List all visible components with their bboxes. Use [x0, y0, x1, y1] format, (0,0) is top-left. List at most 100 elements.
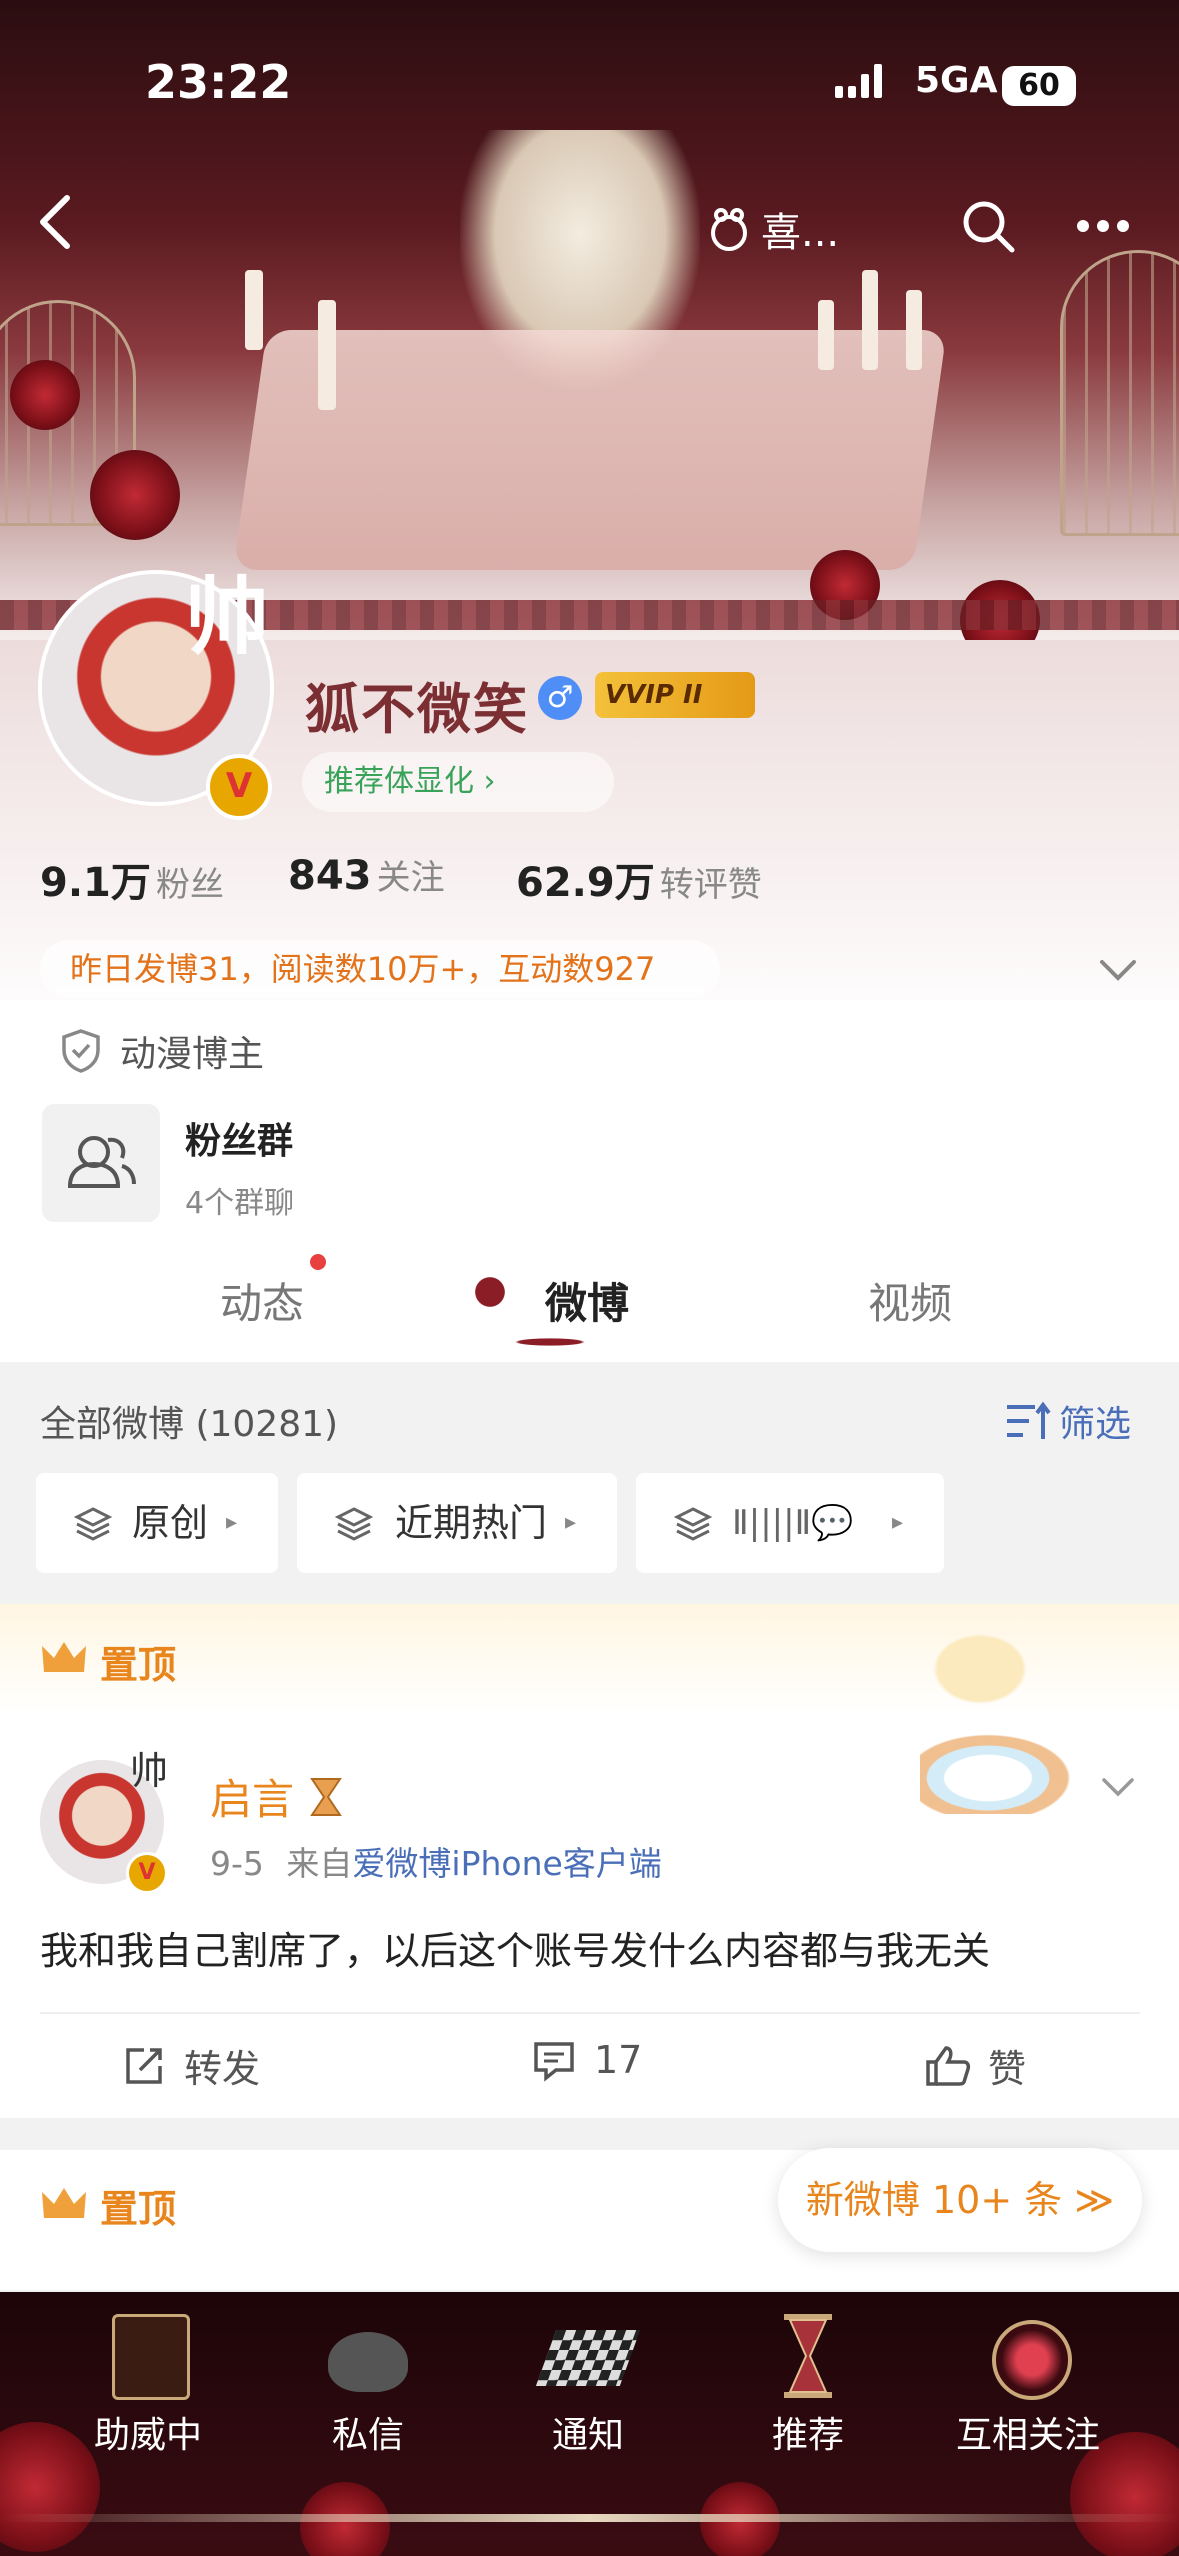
repost-label: 转发 [184, 2047, 261, 2091]
caret-right-icon: ▸ [565, 1510, 577, 1535]
pet-icon [711, 208, 747, 251]
layers-icon [335, 1507, 373, 1541]
stat-label: 粉丝 [155, 865, 224, 905]
comment-button[interactable]: 17 [532, 2038, 642, 2082]
tab-weibo[interactable]: 微博 [545, 1270, 629, 1331]
crown-decoration [920, 1624, 1040, 1714]
post-date: 9-5 [210, 1844, 264, 1883]
chip-label: 近期热门 [395, 1501, 548, 1545]
post-author-row[interactable]: 启言 [210, 1766, 346, 1827]
chip-original[interactable]: 原创 ▸ [36, 1473, 278, 1573]
fan-group-icon[interactable] [42, 1104, 160, 1222]
post-source[interactable]: 爱微博iPhone客户端 [352, 1844, 661, 1883]
category-label: 动漫博主 [120, 1034, 265, 1075]
new-posts-button[interactable]: 新微博 10+ 条 ≫ [778, 2148, 1142, 2252]
chip-audio[interactable]: Ⅱ||||Ⅱ💬 ▸ [636, 1473, 944, 1573]
layers-icon [674, 1507, 712, 1541]
network-type: 5GA [915, 60, 998, 101]
comment-icon [534, 2042, 574, 2082]
shield-icon [62, 1029, 100, 1073]
repost-button[interactable]: 转发 [122, 2038, 260, 2093]
nav-item-messages[interactable]: 私信 [268, 2302, 468, 2462]
like-label: 赞 [988, 2047, 1027, 2091]
chip-label: 原创 [132, 1501, 209, 1545]
stat-label: 关注 [376, 858, 445, 898]
nav-label: 私信 [331, 2415, 404, 2456]
top-nav-title-text: 喜... [761, 210, 840, 256]
gold-divider [0, 2514, 1179, 2522]
filter-button[interactable]: 筛选 [1005, 1395, 1131, 1447]
nav-label: 推荐 [771, 2415, 844, 2456]
stat-value: 62.9万 [516, 860, 655, 906]
male-icon: ♂ [538, 676, 582, 720]
filter-icon [1007, 1401, 1051, 1439]
comment-count: 17 [594, 2038, 643, 2082]
chevron-down-icon[interactable] [1100, 1776, 1136, 1800]
vvip-badge[interactable]: VVIP II [595, 672, 755, 718]
fan-group-subtitle: 4个群聊 [185, 1186, 295, 1221]
post-text[interactable]: 我和我自己割席了，以后这个账号发什么内容都与我无关 [40, 1920, 990, 1975]
pinned-label: 置顶 [100, 1643, 177, 1687]
avatar-tag: 帅 [185, 568, 270, 666]
candle [906, 290, 922, 370]
post-divider [40, 2012, 1140, 2014]
profile-name: 狐不微笑 [305, 678, 529, 741]
candle [818, 300, 834, 370]
stat-value: 843 [288, 853, 372, 899]
top-nav-title[interactable]: 喜... [705, 200, 839, 258]
recommend-pill[interactable]: 推荐体显化 › [302, 752, 614, 812]
unread-dot [310, 1254, 326, 1270]
butterfly-icon [112, 2314, 190, 2400]
repost-icon [126, 2047, 162, 2084]
caret-right-icon: ▸ [226, 1510, 238, 1535]
bird-icon [328, 2332, 408, 2392]
status-time: 23:22 [145, 55, 292, 109]
hourglass-icon [784, 2314, 832, 2398]
birdcage-right [1060, 250, 1179, 536]
thumbs-up-icon [926, 2045, 971, 2086]
stat-label: 转评赞 [659, 865, 762, 905]
bottom-nav: 助威中 私信 通知 推荐 互相关注 [0, 2292, 1179, 2556]
tab-video[interactable]: 视频 [868, 1270, 952, 1331]
like-button[interactable]: 赞 [924, 2038, 1026, 2093]
filter-label: 筛选 [1059, 1404, 1132, 1445]
nav-item-recommend[interactable]: 推荐 [708, 2302, 908, 2462]
nav-label: 通知 [551, 2415, 624, 2456]
chip-trending[interactable]: 近期热门 ▸ [297, 1473, 617, 1573]
decorative-sticker [920, 1724, 1090, 1814]
nav-item-cheer[interactable]: 助威中 [48, 2302, 248, 2462]
stat-following[interactable]: 843 关注 [288, 850, 445, 899]
search-icon[interactable] [960, 198, 1016, 254]
category-row: 动漫博主 [60, 1025, 264, 1077]
crown-icon [42, 2188, 86, 2218]
candle [318, 300, 336, 410]
back-icon[interactable] [35, 192, 75, 264]
signal-icon [835, 64, 882, 98]
post-source-prefix: 来自 [286, 1844, 353, 1883]
stat-fans[interactable]: 9.1万 粉丝 [40, 850, 224, 908]
nav-item-notifications[interactable]: 通知 [488, 2302, 688, 2462]
fan-group-title[interactable]: 粉丝群 [185, 1112, 293, 1164]
nav-item-mutual-follow[interactable]: 互相关注 [928, 2302, 1128, 2462]
tab-dynamics[interactable]: 动态 [220, 1270, 304, 1331]
rose-decoration [90, 450, 180, 540]
rose-decoration [10, 360, 80, 430]
chip-label: Ⅱ||||Ⅱ💬 [732, 1503, 854, 1543]
verified-badge-icon: V [126, 1852, 168, 1894]
stat-interactions[interactable]: 62.9万 转评赞 [516, 850, 762, 908]
nav-label: 互相关注 [955, 2415, 1100, 2456]
more-icon[interactable] [1075, 218, 1131, 234]
pinned-header: 置顶 [0, 1604, 1179, 1714]
crown-icon [42, 1642, 86, 1672]
candle [245, 270, 263, 350]
mirror-icon [992, 2320, 1072, 2400]
post-meta: 9-5 来自爱微博iPhone客户端 [210, 1837, 662, 1885]
verified-badge-icon: V [206, 754, 272, 820]
chevron-down-icon[interactable] [1098, 958, 1138, 984]
stat-value: 9.1万 [40, 860, 151, 906]
post-author: 启言 [210, 1775, 295, 1824]
post-avatar-tag: 帅 [130, 1749, 169, 1793]
daily-notice[interactable]: 昨日发博31，阅读数10万+，互动数927 [40, 940, 720, 998]
layers-icon [74, 1507, 112, 1541]
all-weibo-count: 全部微博 (10281) [40, 1404, 339, 1445]
